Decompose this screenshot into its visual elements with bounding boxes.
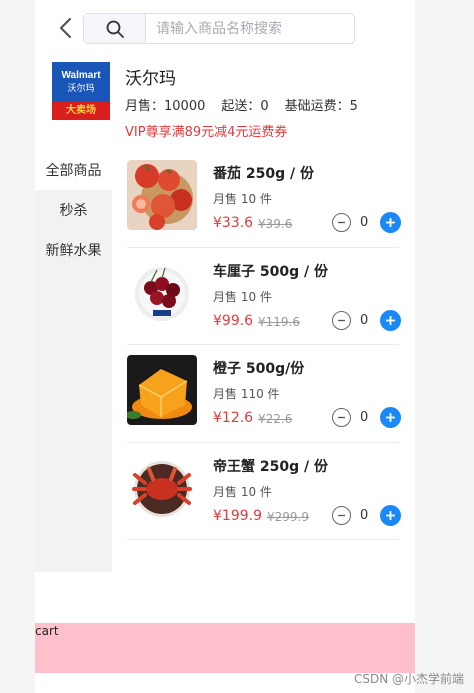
goods-old-price: ¥39.6	[258, 217, 293, 231]
goods-old-price: ¥119.6	[258, 314, 300, 329]
search-bar	[83, 13, 355, 44]
sidebar-item-flash-sale[interactable]: 秒杀	[35, 190, 112, 230]
goods-name: 帝王蟹 250g / 份	[213, 458, 328, 475]
increase-quantity-button[interactable]	[380, 309, 401, 331]
plus-icon	[386, 510, 395, 520]
goods-name: 橙子 500g/份	[213, 361, 305, 377]
minus-icon	[338, 514, 345, 516]
goods-old-price: ¥299.9	[267, 509, 309, 524]
minus-icon	[338, 319, 345, 321]
product-image-crab	[127, 452, 197, 523]
goods-price: ¥33.6	[213, 215, 254, 231]
goods-item: 橙子 500g/份 月售 110 件 ¥12.6 ¥22.6 0	[127, 345, 401, 443]
goods-item: 车厘子 500g / 份 月售 10 件 ¥99.6 ¥119.6 0	[127, 248, 401, 345]
plus-icon	[386, 315, 395, 325]
goods-price: ¥99.6	[213, 312, 254, 329]
goods-name: 番茄 250g / 份	[213, 166, 314, 182]
shop-promo: VIP尊享满89元减4元运费券	[125, 125, 288, 140]
shop-stats: 月售：10000 起送：0 基础运费：5	[125, 95, 358, 114]
logo-ribbon: 大卖场	[52, 102, 110, 120]
cart-bar[interactable]: cart	[35, 623, 415, 673]
shop-min-order: 起送：0	[221, 99, 269, 114]
logo-brand-text: Walmart	[61, 70, 101, 81]
sidebar-item-all-goods[interactable]: 全部商品	[35, 150, 112, 190]
chevron-left-icon	[59, 17, 72, 39]
plus-icon	[386, 413, 395, 422]
plus-icon	[386, 218, 395, 227]
goods-quantity: 0	[360, 215, 369, 230]
product-image-cherry	[127, 257, 197, 328]
goods-sales: 月售 110 件	[213, 387, 280, 401]
goods-sales: 月售 10 件	[213, 484, 272, 499]
increase-quantity-button[interactable]	[380, 212, 401, 233]
decrease-quantity-button[interactable]	[332, 213, 351, 232]
decrease-quantity-button[interactable]	[332, 505, 351, 525]
back-button[interactable]	[53, 14, 77, 42]
app-page: Walmart 沃尔玛 大卖场 沃尔玛 月售：10000 起送：0 基础运费：5…	[35, 0, 415, 693]
increase-quantity-button[interactable]	[380, 504, 401, 526]
goods-item: 帝王蟹 250g / 份 月售 10 件 ¥199.9 ¥299.9 0	[127, 443, 401, 540]
goods-price: ¥12.6	[213, 410, 254, 426]
decrease-quantity-button[interactable]	[332, 310, 351, 330]
goods-old-price: ¥22.6	[258, 412, 293, 426]
cart-label: cart	[35, 624, 59, 638]
product-image-orange	[127, 355, 197, 425]
goods-name: 车厘子 500g / 份	[213, 263, 328, 280]
goods-sales: 月售 10 件	[213, 192, 272, 206]
minus-icon	[338, 221, 345, 224]
goods-price: ¥199.9	[213, 507, 262, 524]
category-sidebar: 全部商品 秒杀 新鲜水果	[35, 150, 112, 572]
goods-list: 番茄 250g / 份 月售 10 件 ¥33.6 ¥39.6 0 车厘子 50…	[127, 150, 401, 540]
shop-delivery-fee: 基础运费：5	[284, 99, 358, 114]
search-input[interactable]	[146, 14, 354, 43]
logo-cn-text: 沃尔玛	[67, 84, 95, 94]
shop-monthly-sales: 月售：10000	[125, 99, 206, 114]
goods-quantity: 0	[360, 410, 369, 425]
product-image-tomato	[127, 160, 197, 230]
watermark: CSDN @小杰学前端	[353, 672, 464, 686]
increase-quantity-button[interactable]	[380, 407, 401, 428]
goods-quantity: 0	[360, 507, 369, 523]
goods-item: 番茄 250g / 份 月售 10 件 ¥33.6 ¥39.6 0	[127, 150, 401, 248]
shop-name: 沃尔玛	[125, 69, 176, 89]
goods-sales: 月售 10 件	[213, 289, 272, 304]
sidebar-item-fresh-fruit[interactable]: 新鲜水果	[35, 230, 112, 270]
search-icon	[106, 20, 124, 38]
search-button[interactable]	[84, 14, 146, 43]
shop-logo: Walmart 沃尔玛 大卖场	[52, 62, 110, 120]
decrease-quantity-button[interactable]	[332, 408, 351, 427]
minus-icon	[338, 416, 345, 419]
goods-quantity: 0	[360, 312, 369, 328]
